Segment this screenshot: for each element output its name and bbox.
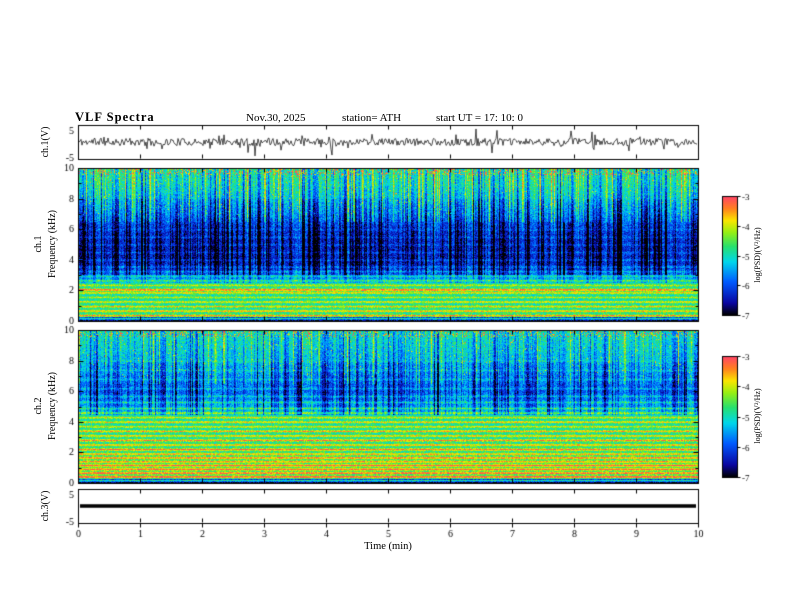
spectra-plot-canvas <box>0 0 792 612</box>
figure-date: Nov.30, 2025 <box>246 112 306 124</box>
colorbar2-label: log(PSD)(V²/Hz) <box>753 388 762 444</box>
time-axis-label: Time (min) <box>364 541 412 552</box>
ch1-frequency-axis-label: Frequency (kHz) <box>47 209 58 279</box>
ch2-frequency-axis-label: Frequency (kHz) <box>47 371 58 441</box>
ch1-voltage-axis-label: ch.1(V) <box>40 126 51 158</box>
start-ut-label: start UT = 17: 10: 0 <box>436 112 523 124</box>
figure-title: VLF Spectra <box>75 110 155 124</box>
ch1-spectrogram-channel-label: ch.1 <box>33 235 44 253</box>
station-label: station= ATH <box>342 112 402 124</box>
vlf-spectra-figure: VLF Spectra Nov.30, 2025 station= ATH st… <box>0 0 792 612</box>
ch3-voltage-axis-label: ch.3(V) <box>40 490 51 522</box>
colorbar1-label: log(PSD)(V²/Hz) <box>753 227 762 283</box>
ch2-spectrogram-channel-label: ch.2 <box>33 397 44 415</box>
